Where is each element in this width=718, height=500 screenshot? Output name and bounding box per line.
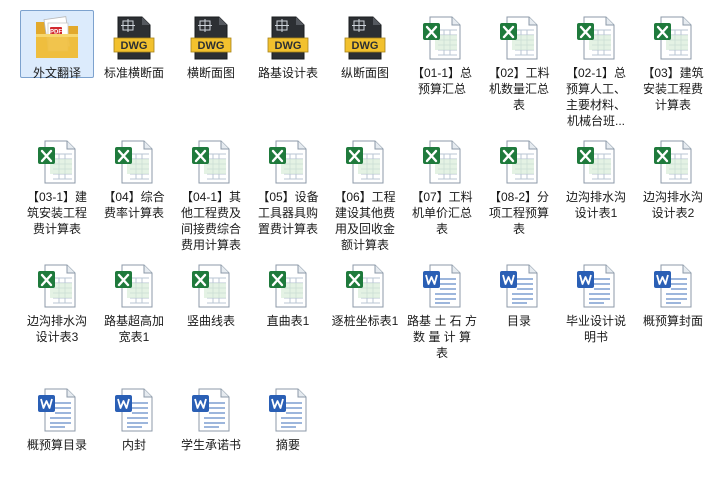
- file-item[interactable]: 【07】工料机单价汇总表: [405, 134, 479, 252]
- file-item[interactable]: 摘要: [251, 382, 325, 500]
- word-file-icon: [187, 386, 235, 434]
- file-label: 概预算目录: [26, 438, 87, 452]
- file-label: 横断面图: [186, 66, 235, 80]
- file-label: 外文翻译: [32, 66, 81, 80]
- excel-file-icon: [187, 262, 235, 310]
- file-label: 【04-1】其他工程费及间接费综合费用计算表: [180, 190, 242, 252]
- excel-file-icon: [495, 14, 543, 62]
- excel-file-icon: [341, 138, 389, 186]
- file-item[interactable]: 【08-2】分项工程预算表: [482, 134, 556, 252]
- file-label: 路基超高加宽表1: [103, 314, 164, 344]
- file-label: 路基设计表: [257, 66, 318, 80]
- file-label: 竖曲线表: [186, 314, 235, 328]
- file-item[interactable]: 【02-1】总预算人工、主要材料、机械台班...: [559, 10, 633, 128]
- file-label: 概预算封面: [642, 314, 703, 328]
- excel-file-icon: [264, 262, 312, 310]
- file-label: 【08-2】分项工程预算表: [488, 190, 550, 236]
- excel-file-icon: [264, 138, 312, 186]
- file-item[interactable]: 概预算封面: [636, 258, 710, 376]
- file-label: 【02】工料机数量汇总表: [488, 66, 550, 112]
- file-label: 直曲表1: [266, 314, 310, 328]
- file-item[interactable]: 直曲表1: [251, 258, 325, 376]
- file-item[interactable]: 【04-1】其他工程费及间接费综合费用计算表: [174, 134, 248, 252]
- file-label: 内封: [121, 438, 146, 452]
- file-item[interactable]: 【03】建筑安装工程费计算表: [636, 10, 710, 128]
- file-label: 目录: [506, 314, 531, 328]
- excel-file-icon: [572, 14, 620, 62]
- file-item[interactable]: 【06】工程建设其他费用及回收金额计算表: [328, 134, 402, 252]
- word-file-icon: [495, 262, 543, 310]
- excel-file-icon: [572, 138, 620, 186]
- svg-text:DWG: DWG: [121, 40, 148, 52]
- excel-file-icon: [110, 138, 158, 186]
- svg-text:DWG: DWG: [198, 40, 225, 52]
- file-view: PDF 外文翻译 DWG 标准横断面 DWG 横断面图 DWG 路基设计表 DWG 纵断面图 【01…: [0, 0, 718, 463]
- file-label: 【03】建筑安装工程费计算表: [642, 66, 704, 112]
- file-item[interactable]: 【04】综合费率计算表: [97, 134, 171, 252]
- file-item[interactable]: 边沟排水沟设计表1: [559, 134, 633, 252]
- file-item[interactable]: 目录: [482, 258, 556, 376]
- file-label: 毕业设计说明书: [565, 314, 626, 344]
- file-item[interactable]: 路基超高加宽表1: [97, 258, 171, 376]
- word-file-icon: [572, 262, 620, 310]
- excel-file-icon: [418, 138, 466, 186]
- file-label: 学生承诺书: [180, 438, 241, 452]
- file-label: 【02-1】总预算人工、主要材料、机械台班...: [565, 66, 627, 128]
- excel-file-icon: [495, 138, 543, 186]
- dwg-file-icon: DWG: [264, 14, 312, 62]
- excel-file-icon: [33, 262, 81, 310]
- file-label: 【01-1】总预算汇总: [411, 66, 473, 96]
- file-item[interactable]: 逐桩坐标表1: [328, 258, 402, 376]
- dwg-file-icon: DWG: [341, 14, 389, 62]
- file-item[interactable]: DWG 纵断面图: [328, 10, 402, 128]
- file-item[interactable]: 【03-1】建筑安装工程费计算表: [20, 134, 94, 252]
- file-label: 边沟排水沟设计表2: [642, 190, 703, 220]
- file-item[interactable]: 边沟排水沟设计表3: [20, 258, 94, 376]
- dwg-file-icon: DWG: [187, 14, 235, 62]
- file-label: 【06】工程建设其他费用及回收金额计算表: [334, 190, 396, 252]
- svg-text:DWG: DWG: [275, 40, 302, 52]
- excel-file-icon: [110, 262, 158, 310]
- file-item[interactable]: DWG 路基设计表: [251, 10, 325, 128]
- svg-text:DWG: DWG: [352, 40, 379, 52]
- file-label: 边沟排水沟设计表3: [26, 314, 87, 344]
- word-file-icon: [110, 386, 158, 434]
- file-item[interactable]: 内封: [97, 382, 171, 500]
- excel-file-icon: [649, 14, 697, 62]
- word-file-icon: [33, 386, 81, 434]
- excel-file-icon: [649, 138, 697, 186]
- word-file-icon: [418, 262, 466, 310]
- excel-file-icon: [33, 138, 81, 186]
- file-item[interactable]: 概预算目录: [20, 382, 94, 500]
- file-label: 纵断面图: [340, 66, 389, 80]
- excel-file-icon: [341, 262, 389, 310]
- file-label: 逐桩坐标表1: [331, 314, 399, 328]
- file-item[interactable]: 学生承诺书: [174, 382, 248, 500]
- file-item[interactable]: DWG 标准横断面: [97, 10, 171, 128]
- file-label: 【04】综合费率计算表: [103, 190, 165, 220]
- file-item[interactable]: PDF 外文翻译: [20, 10, 94, 80]
- file-item[interactable]: DWG 横断面图: [174, 10, 248, 128]
- file-label: 路基 土 石 方 数 量 计 算 表: [407, 314, 478, 360]
- file-item[interactable]: 边沟排水沟设计表2: [636, 134, 710, 252]
- file-label: 摘要: [275, 438, 300, 452]
- file-item[interactable]: 竖曲线表: [174, 258, 248, 376]
- file-label: 【03-1】建筑安装工程费计算表: [26, 190, 88, 236]
- excel-file-icon: [187, 138, 235, 186]
- file-label: 【05】设备工具器具购置费计算表: [257, 190, 319, 236]
- file-label: 【07】工料机单价汇总表: [411, 190, 473, 236]
- dwg-file-icon: DWG: [110, 14, 158, 62]
- file-label: 标准横断面: [103, 66, 164, 80]
- excel-file-icon: [418, 14, 466, 62]
- file-item[interactable]: 【02】工料机数量汇总表: [482, 10, 556, 128]
- file-label: 边沟排水沟设计表1: [565, 190, 626, 220]
- word-file-icon: [264, 386, 312, 434]
- file-item[interactable]: 【01-1】总预算汇总: [405, 10, 479, 128]
- file-item[interactable]: 【05】设备工具器具购置费计算表: [251, 134, 325, 252]
- pdf-folder-icon: PDF: [33, 14, 81, 62]
- word-file-icon: [649, 262, 697, 310]
- file-item[interactable]: 毕业设计说明书: [559, 258, 633, 376]
- file-item[interactable]: 路基 土 石 方 数 量 计 算 表: [405, 258, 479, 376]
